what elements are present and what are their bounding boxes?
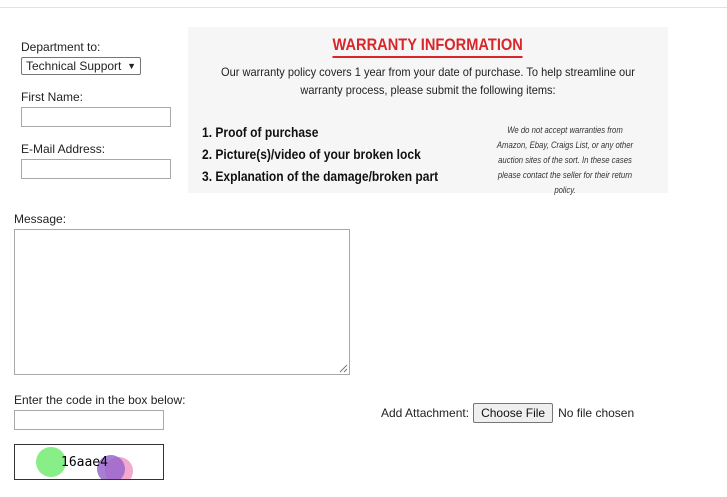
email-label: E-Mail Address: bbox=[21, 142, 106, 156]
warranty-note: We do not accept warranties from Amazon,… bbox=[496, 125, 634, 195]
resize-handle-icon[interactable] bbox=[339, 364, 348, 373]
warranty-info-panel: WARRANTY INFORMATION Our warranty policy… bbox=[188, 27, 668, 195]
department-select[interactable]: Technical Support ▼ bbox=[21, 57, 141, 75]
choose-file-button[interactable]: Choose File bbox=[473, 403, 554, 423]
captcha-image: 16aae4 bbox=[14, 444, 164, 480]
first-name-input[interactable] bbox=[21, 107, 171, 127]
no-file-status: No file chosen bbox=[558, 406, 635, 420]
warranty-intro: Our warranty policy covers 1 year from y… bbox=[221, 65, 635, 97]
message-label: Message: bbox=[14, 212, 67, 226]
attachment-row: Add Attachment: Choose File No file chos… bbox=[381, 403, 634, 423]
chevron-down-icon: ▼ bbox=[127, 61, 136, 71]
email-input[interactable] bbox=[21, 159, 171, 179]
captcha-code-text: 16aae4 bbox=[61, 455, 108, 470]
code-label: Enter the code in the box below: bbox=[14, 393, 186, 407]
top-divider bbox=[0, 7, 727, 8]
warranty-item: 3. Explanation of the damage/broken part bbox=[202, 168, 439, 184]
department-label: Department to: bbox=[21, 40, 101, 54]
message-textarea[interactable] bbox=[14, 229, 350, 375]
warranty-item: 2. Picture(s)/video of your broken lock bbox=[202, 146, 421, 162]
captcha-code-input[interactable] bbox=[14, 410, 164, 430]
warranty-items-list: 1. Proof of purchase 2. Picture(s)/video… bbox=[202, 121, 477, 187]
attachment-label: Add Attachment: bbox=[381, 406, 470, 420]
warranty-title: WARRANTY INFORMATION bbox=[188, 35, 668, 58]
department-select-value: Technical Support bbox=[26, 59, 122, 73]
first-name-label: First Name: bbox=[21, 90, 84, 104]
warranty-item: 1. Proof of purchase bbox=[202, 124, 319, 140]
